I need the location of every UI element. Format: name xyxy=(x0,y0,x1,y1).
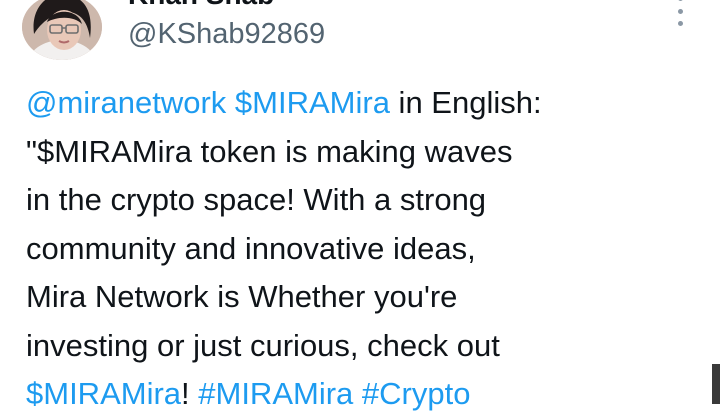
tweet-text-segment: Mira Network is Whether you're xyxy=(26,279,458,314)
hashtag-link[interactable]: #Crypto xyxy=(362,376,471,411)
mention-link[interactable]: @miranetwork xyxy=(26,85,226,120)
tweet-line: "$MIRAMira token is making waves xyxy=(26,128,666,177)
tweet-line: $MIRAMira! #MIRAMira #Crypto xyxy=(26,370,666,419)
dot xyxy=(677,21,683,26)
avatar[interactable] xyxy=(22,0,102,60)
tweet-text-segment xyxy=(353,376,362,411)
tweet-line: community and innovative ideas, xyxy=(26,225,666,274)
tweet-text-segment: in the crypto space! With a strong xyxy=(26,182,487,217)
cashtag-link[interactable]: $MIRAMira xyxy=(235,85,390,120)
dot xyxy=(677,8,683,14)
tweet-line: investing or just curious, check out xyxy=(26,322,666,371)
tweet-line: Mira Network is Whether you're xyxy=(26,273,666,322)
tweet-text-segment: ! xyxy=(181,376,199,411)
tweet-line: in the crypto space! With a strong xyxy=(26,176,666,225)
hashtag-link[interactable]: #MIRAMira xyxy=(198,376,353,411)
tweet-text-segment: "$MIRAMira token is making waves xyxy=(26,133,513,169)
handle[interactable]: @KShab92869 xyxy=(128,17,325,51)
tweet-text-segment xyxy=(226,85,235,120)
dot xyxy=(677,0,683,1)
more-vertical-icon[interactable] xyxy=(668,0,692,26)
display-name[interactable]: Khan Shab xyxy=(128,0,274,10)
scrollbar-thumb[interactable] xyxy=(712,364,720,404)
avatar-image xyxy=(22,0,102,60)
tweet-text: @miranetwork $MIRAMira in English: "$MIRA… xyxy=(26,79,666,419)
tweet-header: Khan Shab @KShab92869 xyxy=(0,0,720,75)
tweet-text-segment: investing or just curious, check out xyxy=(26,327,500,363)
cashtag-link[interactable]: $MIRAMira xyxy=(26,376,181,411)
tweet-text-segment: community and innovative ideas, xyxy=(26,230,476,266)
tweet-text-segment: in English: xyxy=(389,85,542,120)
tweet-line: @miranetwork $MIRAMira in English: xyxy=(26,79,666,128)
